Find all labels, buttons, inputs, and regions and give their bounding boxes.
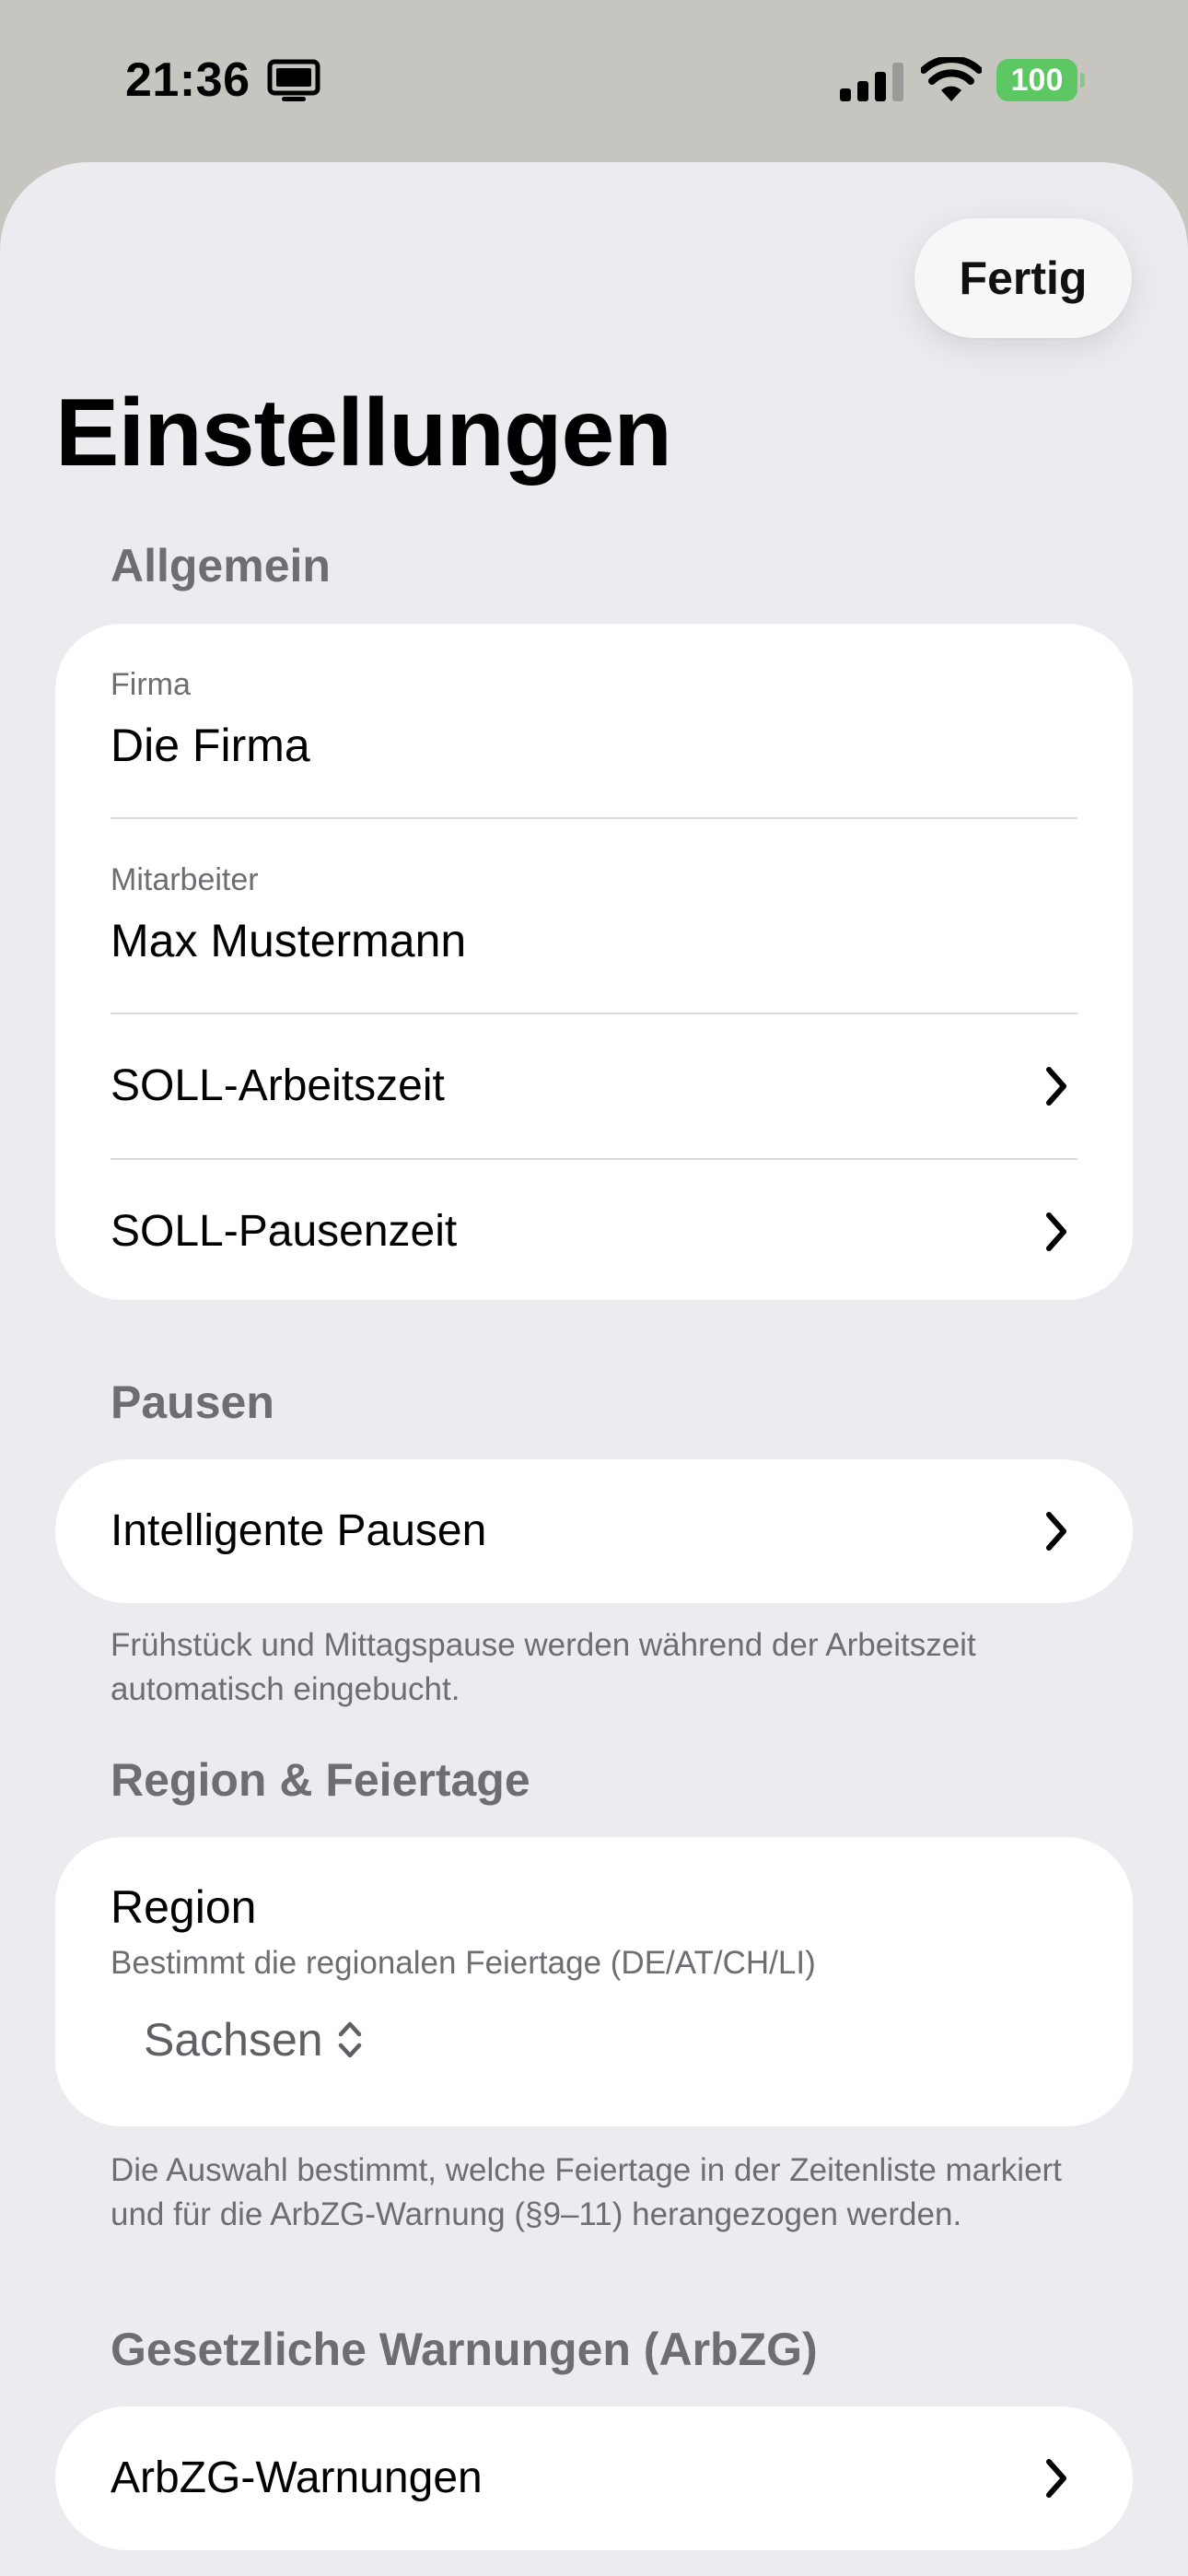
employee-input[interactable]: Max Mustermann [111, 911, 466, 970]
company-field[interactable]: Firma Die Firma [111, 624, 1077, 819]
general-card: Firma Die Firma Mitarbeiter Max Musterma… [55, 624, 1133, 1300]
page-title: Einstellungen [55, 380, 672, 486]
chevron-right-icon [1046, 1067, 1066, 1106]
smart-breaks-label: Intelligente Pausen [111, 1506, 487, 1555]
arbzg-warnings-label: ArbZG-Warnungen [111, 2453, 483, 2502]
chevron-up-down-icon [338, 2021, 361, 2058]
tv-icon [267, 59, 320, 101]
wifi-icon [921, 57, 982, 101]
breaks-footnote: Frühstück und Mittagspause werden währen… [111, 1627, 976, 1707]
status-bar: 21:36 100 [0, 0, 1188, 162]
region-card: Region Bestimmt die regionalen Feiertage… [55, 1837, 1133, 2126]
smart-breaks-row[interactable]: Intelligente Pausen [111, 1459, 1077, 1603]
company-input[interactable]: Die Firma [111, 716, 310, 775]
region-title: Region [111, 1881, 257, 1933]
done-button[interactable]: Fertig [914, 218, 1132, 338]
section-header-general: Allgemein [111, 540, 331, 591]
region-description: Bestimmt die regionalen Feiertage (DE/AT… [111, 1945, 816, 1981]
employee-field[interactable]: Mitarbeiter Max Mustermann [111, 819, 1077, 1014]
warnings-card: ArbZG-Warnungen [55, 2406, 1133, 2550]
target-work-time-row[interactable]: SOLL-Arbeitszeit [111, 1014, 1077, 1160]
breaks-card: Intelligente Pausen [55, 1459, 1133, 1603]
section-header-warnings: Gesetzliche Warnungen (ArbZG) [111, 2324, 818, 2375]
section-header-breaks: Pausen [111, 1376, 274, 1428]
status-time: 21:36 [125, 53, 250, 107]
region-picker[interactable]: Sachsen [144, 2003, 364, 2077]
arbzg-warnings-row[interactable]: ArbZG-Warnungen [111, 2406, 1077, 2550]
battery-indicator: 100 [996, 59, 1085, 101]
chevron-right-icon [1046, 1512, 1066, 1551]
region-footnote: Die Auswahl bestimmt, welche Feiertage i… [111, 2152, 1062, 2232]
chevron-right-icon [1046, 1212, 1066, 1251]
battery-level: 100 [996, 59, 1077, 101]
settings-sheet: Fertig Einstellungen Allgemein Firma Die… [0, 162, 1188, 2576]
target-work-time-label: SOLL-Arbeitszeit [111, 1061, 445, 1110]
battery-tip [1080, 73, 1085, 88]
company-label: Firma [111, 667, 191, 702]
chevron-right-icon [1046, 2459, 1066, 2498]
section-header-region: Region & Feiertage [111, 1754, 530, 1806]
employee-label: Mitarbeiter [111, 862, 259, 897]
region-selected-value: Sachsen [144, 2014, 323, 2066]
target-break-time-row[interactable]: SOLL-Pausenzeit [111, 1160, 1077, 1300]
target-break-time-label: SOLL-Pausenzeit [111, 1207, 458, 1256]
cellular-signal-icon [840, 63, 903, 101]
